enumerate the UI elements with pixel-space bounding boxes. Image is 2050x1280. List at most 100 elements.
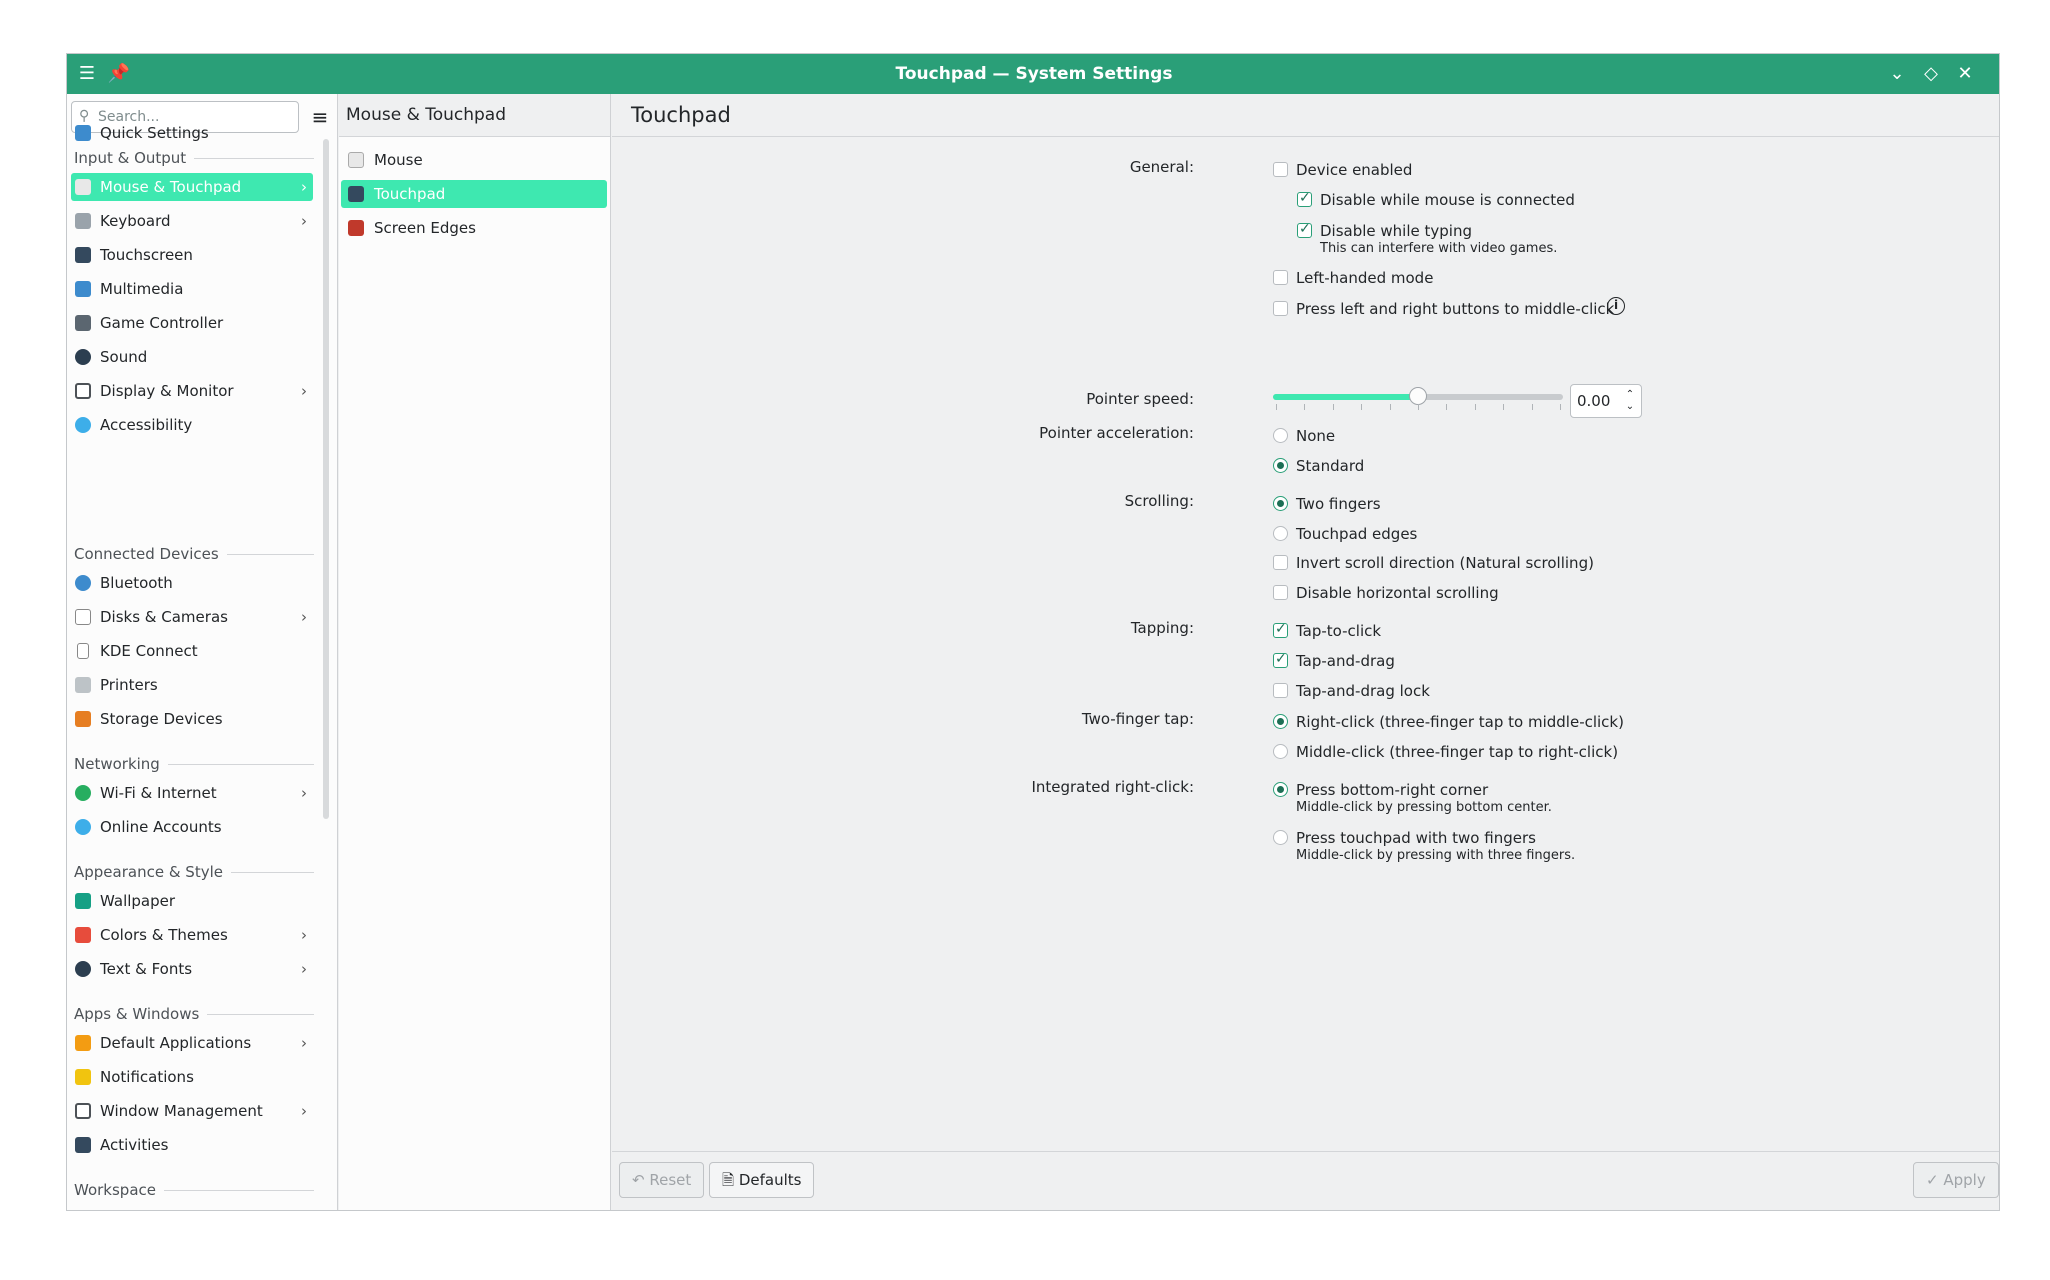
sidebar-item-touchscreen[interactable]: Touchscreen [71,241,313,269]
mouse-icon [75,179,91,195]
section-networking: Networking [74,753,314,775]
sidebar-item-accessibility[interactable]: Accessibility [71,411,313,439]
reset-button[interactable]: ↶ Reset [619,1162,705,1198]
chevron-right-icon: › [301,1034,307,1052]
checkbox-box [1273,555,1288,570]
sidebar-item-bluetooth[interactable]: Bluetooth [71,569,313,597]
radio-circle [1273,830,1288,845]
sidebar-item-colors-themes[interactable]: Colors & Themes › [71,921,313,949]
checkbox-box [1297,190,1312,207]
label-two-finger-tap: Two-finger tap: [1081,710,1194,728]
checkbox-box [1273,162,1288,177]
game-controller-icon [75,315,91,331]
star-icon [75,1035,91,1051]
sidebar-item-text-fonts[interactable]: Text & Fonts › [71,955,313,983]
checkbox-box [1273,301,1288,316]
system-settings-window: ☰ 📌 Touchpad — System Settings ⌄ ◇ ✕ ⚲ ≡… [66,53,2000,1211]
sidebar-item-game-controller[interactable]: Game Controller [71,309,313,337]
section-connected-devices: Connected Devices [74,543,314,565]
checkbox-box [1273,585,1288,600]
disk-icon [75,609,91,625]
subcategory-panel: Mouse & Touchpad Mouse Touchpad Screen E… [339,94,611,1210]
bell-icon [75,1069,91,1085]
slider-tick [1560,404,1561,410]
subpanel-item-mouse[interactable]: Mouse [341,146,607,174]
window-title: Touchpad — System Settings [895,64,1173,84]
slider-tick [1503,404,1505,410]
bluetooth-icon [75,575,91,591]
page-title: Touchpad [631,103,731,127]
slider-tick [1276,404,1277,410]
subpanel-header: Mouse & Touchpad [339,94,610,137]
apply-button[interactable]: ✓ Apply [1913,1162,1999,1198]
sidebar-item-notifications[interactable]: Notifications [71,1063,313,1091]
sidebar-item-mouse-touchpad[interactable]: Mouse & Touchpad › [71,173,313,201]
globe-icon [75,785,91,801]
label-integrated-right-click: Integrated right-click: [1031,778,1194,796]
slider-fill [1273,394,1418,400]
slider-tick [1332,404,1334,410]
sidebar-item-default-applications[interactable]: Default Applications › [71,1029,313,1057]
chevron-right-icon: › [301,212,307,230]
slider-tick [1531,404,1533,410]
disable-typing-note: This can interfere with video games. [1320,241,1558,256]
sidebar-item-kde-connect[interactable]: KDE Connect [71,637,313,665]
pointer-speed-value: 0.00 [1577,392,1611,410]
sidebar-item-window-management[interactable]: Window Management › [71,1097,313,1125]
sidebar-item-activities[interactable]: Activities [71,1131,313,1159]
quick-settings-icon [75,125,91,141]
sidebar-item-quick-settings[interactable]: Quick Settings [71,119,313,147]
spin-up-icon[interactable]: ⌃ [1623,389,1637,401]
storage-icon [75,711,91,727]
online-accounts-icon [75,819,91,835]
keyboard-icon [75,213,91,229]
info-icon[interactable]: i [1607,297,1625,315]
sidebar-item-keyboard[interactable]: Keyboard › [71,207,313,235]
sidebar-item-multimedia[interactable]: Multimedia [71,275,313,303]
sidebar-item-disks-cameras[interactable]: Disks & Cameras › [71,603,313,631]
chevron-right-icon: › [301,926,307,944]
multimedia-icon [75,281,91,297]
window-icon [75,1103,91,1119]
radio-circle [1273,428,1288,443]
touchpad-settings-page: Touchpad General: Device enabled Disable… [612,94,1999,1210]
sidebar-scrollbar[interactable] [323,139,329,819]
minimize-button[interactable]: ⌄ [1885,62,1909,86]
chevron-right-icon: › [301,1102,307,1120]
screen-edges-icon [348,220,364,236]
label-pointer-acceleration: Pointer acceleration: [1039,424,1194,442]
slider-handle[interactable] [1409,387,1427,405]
label-general: General: [1129,158,1194,176]
undo-icon: ↶ [632,1171,650,1189]
checkbox-box [1273,683,1288,698]
sidebar-item-wifi-internet[interactable]: Wi-Fi & Internet › [71,779,313,807]
sidebar-item-storage-devices[interactable]: Storage Devices [71,705,313,733]
rc-corner-note: Middle-click by pressing bottom center. [1296,800,1552,815]
font-icon [75,961,91,977]
section-input-output: Input & Output [74,147,314,169]
sidebar-item-printers[interactable]: Printers [71,671,313,699]
subpanel-item-screen-edges[interactable]: Screen Edges [341,214,607,242]
defaults-button[interactable]: 🗎 Defaults [709,1162,815,1198]
slider-tick [1418,404,1419,410]
palette-icon [75,927,91,943]
section-appearance: Appearance & Style [74,861,314,883]
pointer-speed-slider[interactable] [1273,384,1563,414]
page-header: Touchpad [612,94,1999,137]
radio-circle [1273,744,1288,759]
subpanel-item-touchpad[interactable]: Touchpad [341,180,607,208]
close-button[interactable]: ✕ [1953,62,1977,86]
sidebar-item-display-monitor[interactable]: Display & Monitor › [71,377,313,405]
sidebar-item-online-accounts[interactable]: Online Accounts [71,813,313,841]
title-bar[interactable]: ☰ 📌 Touchpad — System Settings ⌄ ◇ ✕ [67,54,1999,94]
sidebar-item-sound[interactable]: Sound [71,343,313,371]
spin-down-icon[interactable]: ⌄ [1623,401,1637,413]
section-workspace: Workspace [74,1179,314,1201]
pointer-speed-spinbox[interactable]: 0.00 ⌃ ⌄ [1570,384,1642,418]
touchscreen-icon [75,247,91,263]
wallpaper-icon [75,893,91,909]
sidebar-item-wallpaper[interactable]: Wallpaper [71,887,313,915]
radio-circle [1273,714,1288,729]
maximize-button[interactable]: ◇ [1919,62,1943,86]
section-apps-windows: Apps & Windows [74,1003,314,1025]
